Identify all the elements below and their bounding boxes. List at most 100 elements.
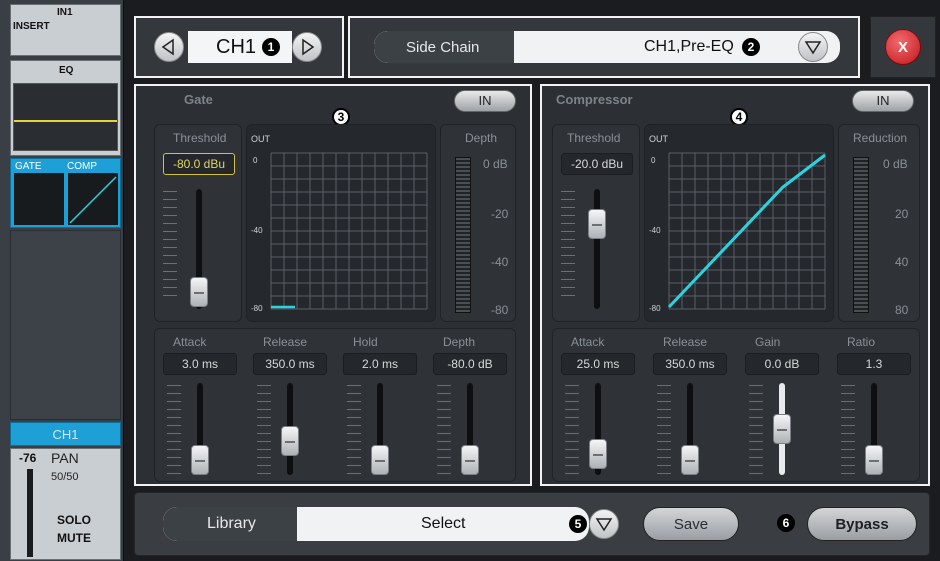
strip-bottom: -76 PAN 50/50 SOLO MUTE xyxy=(10,448,121,560)
compressor-graph-panel: OUT 0 -40 -80 xyxy=(644,124,834,322)
eq-label: EQ xyxy=(59,65,74,76)
compressor-param-slider[interactable] xyxy=(865,445,883,475)
gate-threshold-label: Threshold xyxy=(173,131,227,145)
gate-param-value[interactable]: 3.0 ms xyxy=(163,353,237,375)
eq-thumbnail xyxy=(13,83,118,151)
compressor-params-panel: Attack 25.0 ms Release 350.0 ms Gain 0.0 dB Ra… xyxy=(552,328,920,482)
side-chain-selector: Side Chain CH1,Pre-EQ 2 xyxy=(348,16,860,78)
side-chain-tag: Side Chain xyxy=(374,31,514,63)
compressor-graph-tick-0: 0 xyxy=(651,156,656,165)
side-chain-field[interactable]: Side Chain CH1,Pre-EQ 2 xyxy=(374,31,840,63)
compressor-reduction-scale-3: 80 xyxy=(895,303,909,317)
compressor-threshold-value[interactable]: -20.0 dBu xyxy=(561,153,633,175)
channel-name-badge[interactable]: CH1 xyxy=(10,422,121,446)
next-channel-button[interactable] xyxy=(292,32,322,62)
side-chain-label: Side Chain xyxy=(406,39,480,56)
compressor-threshold-panel: Threshold -20.0 dBu xyxy=(552,124,640,322)
library-dropdown-button[interactable] xyxy=(589,509,619,539)
gate-param-ticks xyxy=(347,385,361,481)
gate-depth-scale-1: -20 xyxy=(491,207,509,221)
marker-2: 2 xyxy=(742,38,760,56)
compressor-in-button[interactable]: IN xyxy=(852,90,914,112)
compressor-threshold-track[interactable] xyxy=(594,189,600,309)
gate-param-label: Attack xyxy=(173,335,207,349)
insert-line1: IN1 xyxy=(57,7,73,18)
channel-name: CH1 xyxy=(52,427,79,442)
compressor-param-value[interactable]: 25.0 ms xyxy=(561,353,635,375)
eq-button[interactable]: EQ xyxy=(10,60,121,156)
gate-threshold-value[interactable]: -80.0 dBu xyxy=(163,153,235,175)
compressor-param-ticks xyxy=(565,385,579,481)
bypass-button[interactable]: Bypass xyxy=(807,507,917,541)
triangle-down-icon xyxy=(804,41,822,55)
close-area: X xyxy=(870,16,936,78)
gate-threshold-panel: Threshold -80.0 dBu xyxy=(154,124,242,322)
dynamics-button[interactable]: GATE COMP xyxy=(10,158,121,228)
gate-param-ticks xyxy=(437,385,451,481)
insert-button[interactable]: IN1 INSERT xyxy=(10,4,121,56)
compressor-param-slider[interactable] xyxy=(773,414,791,444)
compressor-reduction-meter-panel: Reduction 0 dB 20 40 80 xyxy=(838,124,920,322)
gate-param-slider[interactable] xyxy=(191,445,209,475)
gate-param-value[interactable]: 2.0 ms xyxy=(343,353,417,375)
compressor-threshold-label: Threshold xyxy=(567,131,621,145)
side-chain-dropdown-button[interactable] xyxy=(798,32,828,62)
save-button[interactable]: Save xyxy=(643,507,739,541)
gate-in-button[interactable]: IN xyxy=(454,90,516,112)
compressor-reduction-meter xyxy=(853,157,869,313)
compressor-param-ticks xyxy=(749,385,763,481)
compressor-reduction-label: Reduction xyxy=(853,131,908,145)
close-icon: X xyxy=(897,39,908,56)
gate-params-panel: Attack 3.0 ms Release 350.0 ms Hold 2.0 ms Dep… xyxy=(154,328,516,482)
strip-empty-area xyxy=(10,230,121,420)
compressor-threshold-ticks xyxy=(561,191,575,303)
gate-depth-scale-3: -80 xyxy=(491,303,509,317)
compressor-param-value[interactable]: 0.0 dB xyxy=(745,353,819,375)
svg-text:OUT: OUT xyxy=(649,134,669,144)
compressor-threshold-slider[interactable] xyxy=(588,209,606,239)
eq-curve xyxy=(14,120,117,122)
compressor-param-label: Gain xyxy=(755,335,781,349)
bypass-label: Bypass xyxy=(835,516,889,533)
triangle-right-icon xyxy=(302,38,315,56)
compressor-param-ticks xyxy=(841,385,855,481)
gate-graph-tick-2: -80 xyxy=(251,304,263,313)
compressor-param-value[interactable]: 350.0 ms xyxy=(653,353,727,375)
gate-mini-label: GATE xyxy=(15,161,42,172)
library-label: Library xyxy=(207,515,256,532)
gate-param-ticks xyxy=(257,385,271,481)
insert-line2: INSERT xyxy=(13,21,50,32)
prev-channel-button[interactable] xyxy=(154,32,184,62)
compressor-param-slider[interactable] xyxy=(589,438,607,469)
gate-threshold-slider[interactable] xyxy=(190,277,208,307)
gate-title: Gate xyxy=(184,92,213,107)
solo-button[interactable]: SOLO xyxy=(57,513,91,527)
gate-param-slider[interactable] xyxy=(461,445,479,475)
gate-param-value[interactable]: 350.0 ms xyxy=(253,353,327,375)
gate-graph-tick-0: 0 xyxy=(253,156,258,165)
gate-depth-scale-0: 0 dB xyxy=(483,157,508,171)
compressor-panel: Compressor IN 4 Threshold -20.0 dBu OUT … xyxy=(540,84,930,486)
gate-param-slider[interactable] xyxy=(371,445,389,475)
compressor-param-value[interactable]: 1.3 xyxy=(837,353,911,375)
library-field[interactable]: Library Select 5 xyxy=(163,507,589,541)
library-tag: Library xyxy=(163,507,297,541)
channel-display: CH1 1 xyxy=(188,31,292,63)
compressor-param-slider[interactable] xyxy=(681,445,699,475)
gate-param-label: Depth xyxy=(443,335,476,349)
gate-param-value[interactable]: -80.0 dB xyxy=(433,353,507,375)
mute-button[interactable]: MUTE xyxy=(57,531,91,545)
compressor-param-label: Release xyxy=(663,335,708,349)
close-button[interactable]: X xyxy=(885,29,921,65)
compressor-title: Compressor xyxy=(556,92,633,107)
gate-threshold-ticks xyxy=(163,191,177,303)
gate-param-slider[interactable] xyxy=(281,426,299,457)
side-chain-value: CH1,Pre-EQ xyxy=(644,38,734,55)
compressor-param-label: Attack xyxy=(571,335,605,349)
compressor-param-ticks xyxy=(657,385,671,481)
marker-1: 1 xyxy=(262,38,280,56)
pan-value: 50/50 xyxy=(51,471,79,483)
comp-thumbnail xyxy=(68,173,118,225)
library-select-value: Select xyxy=(421,515,466,532)
compressor-reduction-scale-0: 0 dB xyxy=(883,157,908,171)
